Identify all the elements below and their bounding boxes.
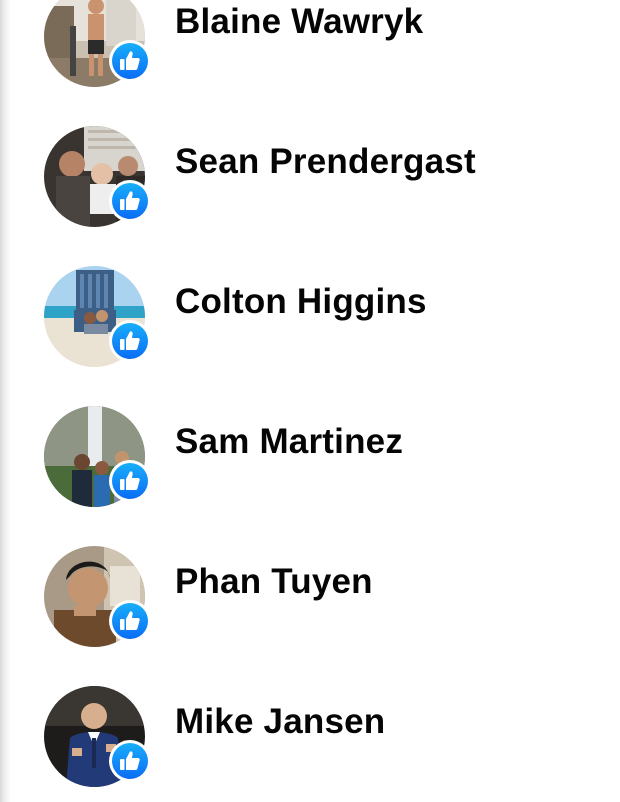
person-name[interactable]: Blaine Wawryk — [175, 2, 423, 42]
person-name[interactable]: Colton Higgins — [175, 282, 427, 322]
like-icon — [120, 751, 140, 770]
list-item[interactable]: Blaine Wawryk — [0, 0, 620, 106]
like-icon — [120, 191, 140, 210]
like-icon — [120, 51, 140, 70]
person-name[interactable]: Sam Martinez — [175, 422, 403, 462]
list-item[interactable]: Colton Higgins — [0, 266, 620, 386]
like-badge — [109, 600, 151, 642]
person-name[interactable]: Phan Tuyen — [175, 562, 373, 602]
like-badge — [109, 40, 151, 82]
person-name[interactable]: Sean Prendergast — [175, 142, 476, 182]
like-icon — [120, 611, 140, 630]
like-badge — [109, 180, 151, 222]
person-name[interactable]: Mike Jansen — [175, 702, 385, 742]
like-badge — [109, 320, 151, 362]
list-item[interactable]: Sean Prendergast — [0, 126, 620, 246]
list-item[interactable]: Phan Tuyen — [0, 546, 620, 666]
list-item[interactable]: Mike Jansen — [0, 686, 620, 802]
reactions-list: Blaine Wawryk Sean Prendergast Colton Hi… — [0, 0, 620, 802]
like-badge — [109, 460, 151, 502]
like-icon — [120, 331, 140, 350]
like-badge — [109, 740, 151, 782]
like-icon — [120, 471, 140, 490]
list-item[interactable]: Sam Martinez — [0, 406, 620, 526]
